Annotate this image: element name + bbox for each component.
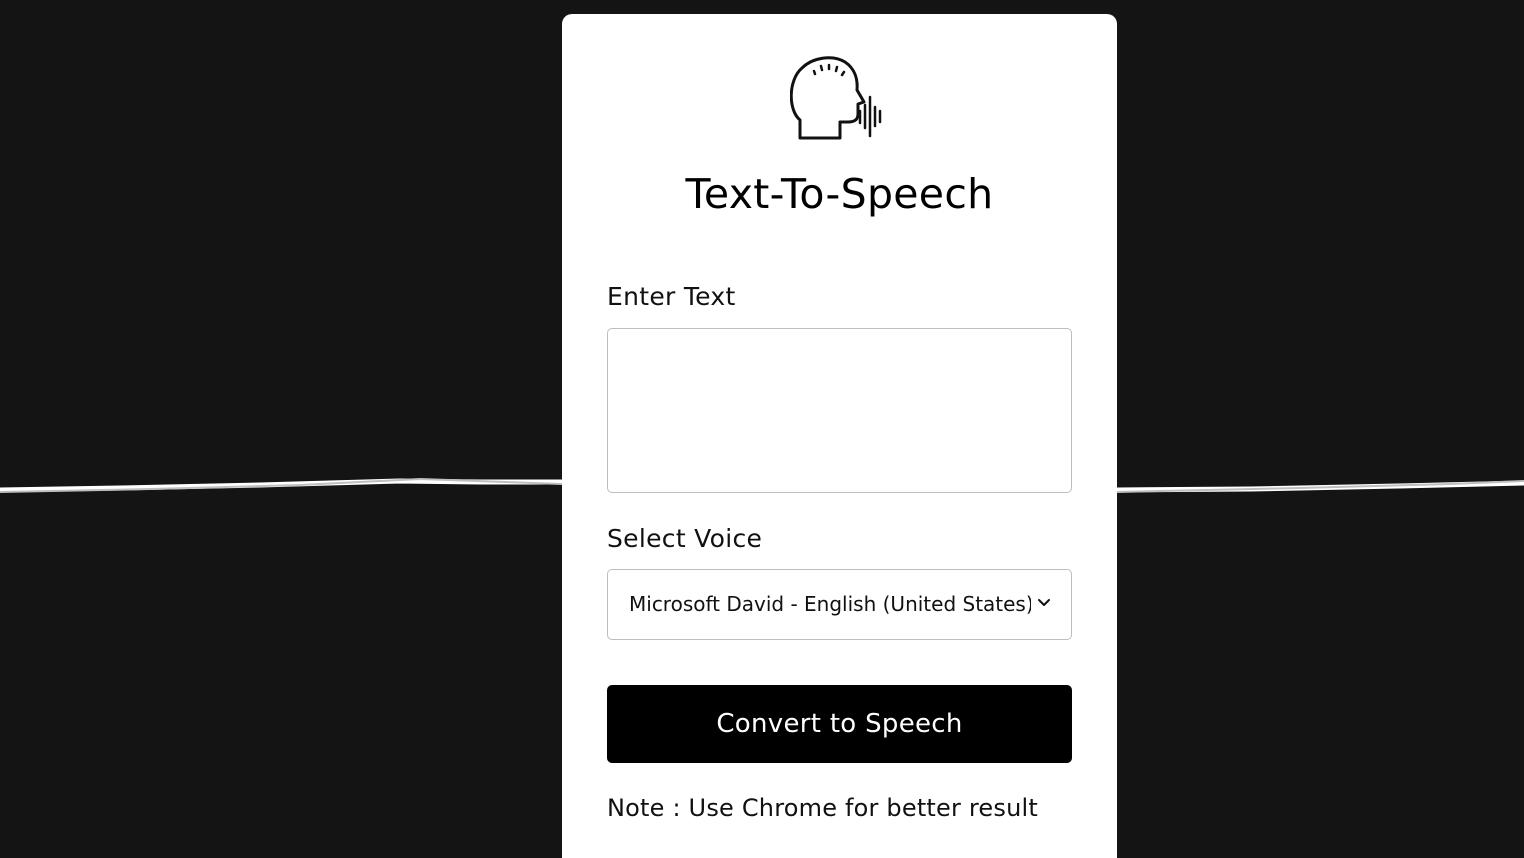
convert-to-speech-button[interactable]: Convert to Speech xyxy=(607,685,1072,763)
select-voice-label: Select Voice xyxy=(607,524,763,553)
voice-select[interactable]: Microsoft David - English (United States… xyxy=(607,569,1072,640)
page-title: Text-To-Speech xyxy=(685,170,994,218)
chevron-down-icon xyxy=(1038,599,1050,606)
enter-text-label: Enter Text xyxy=(607,282,736,311)
text-input[interactable] xyxy=(607,328,1072,493)
page-background: Text-To-Speech Enter Text Select Voice M… xyxy=(0,0,1524,858)
voice-select-value: Microsoft David - English (United States… xyxy=(629,592,1031,616)
browser-note: Note : Use Chrome for better result xyxy=(607,794,1038,822)
tts-card: Text-To-Speech Enter Text Select Voice M… xyxy=(562,14,1117,858)
speaking-head-soundwave-icon xyxy=(790,56,882,140)
